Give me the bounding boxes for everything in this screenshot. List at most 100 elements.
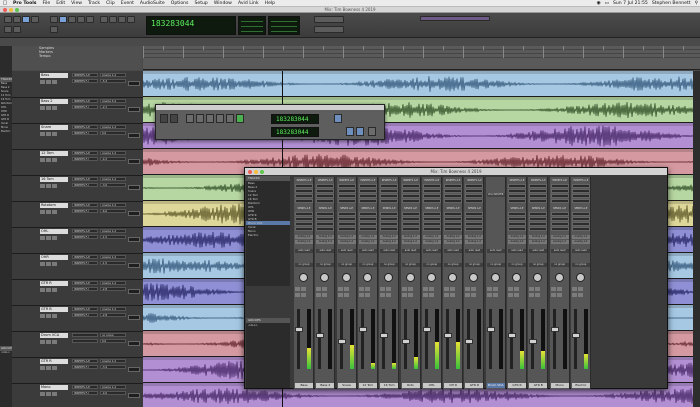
rewind-icon[interactable] xyxy=(196,114,204,123)
volume-value[interactable]: -2.1 xyxy=(100,105,126,109)
insert-slot[interactable] xyxy=(401,189,420,193)
shuffle-mode-button[interactable] xyxy=(4,16,12,23)
insert-slot[interactable] xyxy=(380,194,399,198)
track-header[interactable]: 16 Tom INSERTS A-E INSERTS F-J Analog 1-2 -3… xyxy=(12,175,143,202)
send-slot[interactable] xyxy=(508,227,526,231)
send-slot[interactable] xyxy=(422,217,441,221)
send-slot[interactable] xyxy=(508,222,526,226)
volume-fader-mini[interactable] xyxy=(128,107,140,112)
output-selector[interactable]: Analog 1-2 xyxy=(380,240,399,244)
track-name[interactable]: Rototom xyxy=(40,203,68,208)
volume-fader-mini[interactable] xyxy=(128,263,140,268)
record-enable-button[interactable] xyxy=(40,340,45,344)
solo-button[interactable] xyxy=(465,293,471,297)
trim-tool-button[interactable] xyxy=(50,16,58,23)
send-slot[interactable] xyxy=(316,227,335,231)
mix-window-titlebar[interactable]: Mix: Tim Bowness 4 2019 xyxy=(245,168,667,175)
minimize-icon[interactable] xyxy=(254,169,258,174)
track-header[interactable]: GTR R INSERTS A-E INSERTS F-J Analog 1-2 -2.… xyxy=(12,279,143,306)
automation-mode-selector[interactable]: auto read xyxy=(550,249,569,253)
volume-fader-mini[interactable] xyxy=(128,393,140,398)
insert-slot[interactable] xyxy=(72,339,98,343)
input-selector[interactable]: Analog 3-4 xyxy=(316,235,335,239)
volume-value[interactable]: -2.8 xyxy=(100,313,126,317)
record-enable-button[interactable] xyxy=(40,366,45,370)
volume-value[interactable]: -4.0 xyxy=(100,391,126,395)
nudge-display[interactable] xyxy=(268,16,300,35)
volume-fader-mini[interactable] xyxy=(128,133,140,138)
record-enable-button[interactable] xyxy=(40,80,45,84)
insert-slot[interactable]: INSERTS F-J xyxy=(72,287,98,291)
mute-button[interactable] xyxy=(52,236,57,240)
mute-button[interactable] xyxy=(52,106,57,110)
group-selector[interactable]: no group xyxy=(486,263,505,267)
solo-button[interactable] xyxy=(46,340,51,344)
volume-fader[interactable] xyxy=(297,309,300,369)
menu-track[interactable]: Track xyxy=(85,1,103,6)
grid-mode-button[interactable] xyxy=(31,16,39,23)
spot-mode-button[interactable] xyxy=(22,16,30,23)
pencil-tool-button[interactable] xyxy=(86,16,94,23)
volume-value[interactable]: -1.5 xyxy=(100,235,126,239)
insert-slot[interactable] xyxy=(550,199,569,203)
fader-cap[interactable] xyxy=(337,339,346,344)
insert-slot[interactable] xyxy=(571,184,590,188)
send-slot[interactable] xyxy=(337,222,356,226)
insert-slot[interactable] xyxy=(401,194,420,198)
nudge-value-button[interactable] xyxy=(314,26,344,33)
insert-slot[interactable]: INSERTS F-J xyxy=(72,391,98,395)
track-name[interactable]: Mono xyxy=(40,385,68,390)
play-icon[interactable] xyxy=(216,114,224,123)
send-slot[interactable] xyxy=(422,222,441,226)
output-selector[interactable]: Analog 1-2 xyxy=(358,240,377,244)
solo-button[interactable] xyxy=(46,80,51,84)
pan-knob[interactable] xyxy=(299,273,308,282)
insert-slot[interactable] xyxy=(550,189,569,193)
track-header[interactable]: GTR R INSERTS A-E INSERTS F-J Analog 1-2 -3.… xyxy=(12,357,143,384)
solo-button[interactable] xyxy=(46,158,51,162)
fader-cap[interactable] xyxy=(401,339,410,344)
pan-knob[interactable] xyxy=(384,273,394,282)
send-slot[interactable] xyxy=(316,212,335,216)
insert-slot[interactable] xyxy=(316,194,335,198)
insert-slot[interactable]: INSERTS A-E xyxy=(72,281,98,285)
pan-knob[interactable] xyxy=(426,273,436,282)
volume-fader[interactable] xyxy=(424,309,428,369)
volume-value[interactable]: -1.5 xyxy=(100,261,126,265)
insert-slot[interactable]: INSERTS F-J xyxy=(72,105,98,109)
insert-slot[interactable] xyxy=(571,189,590,193)
menu-help[interactable]: Help xyxy=(262,1,278,6)
automation-mode-selector[interactable]: auto read xyxy=(422,249,441,253)
send-slot[interactable] xyxy=(465,227,484,231)
volume-fader-mini[interactable] xyxy=(128,237,140,242)
input-monitor-button[interactable] xyxy=(471,287,477,291)
track-name[interactable]: 12 Tom xyxy=(40,151,68,156)
record-enable-button[interactable] xyxy=(529,287,535,291)
insert-slot[interactable] xyxy=(358,184,377,188)
track-name[interactable]: 16 Tom xyxy=(40,177,68,182)
record-enable-button[interactable] xyxy=(40,236,45,240)
insert-slot[interactable] xyxy=(444,199,463,203)
wifi-icon[interactable]: ◉ xyxy=(595,1,603,6)
volume-fader[interactable] xyxy=(382,309,386,369)
track-name[interactable]: Drum VCA xyxy=(40,333,68,338)
loop-button[interactable] xyxy=(127,16,135,23)
record-enable-button[interactable] xyxy=(40,262,45,266)
record-enable-button[interactable] xyxy=(40,106,45,110)
send-slot[interactable] xyxy=(358,227,377,231)
mute-button[interactable] xyxy=(52,132,57,136)
solo-button[interactable] xyxy=(337,293,343,297)
send-slot[interactable] xyxy=(508,212,526,216)
input-selector[interactable]: Analog 1-2 xyxy=(337,235,356,239)
record-button[interactable] xyxy=(118,16,126,23)
mute-button[interactable] xyxy=(52,80,57,84)
input-selector[interactable]: Analog 1-2 xyxy=(401,235,420,239)
record-enable-button[interactable] xyxy=(550,287,556,291)
insert-slot[interactable] xyxy=(422,199,441,203)
mix-tracks-item[interactable]: Electric xyxy=(246,233,290,237)
mute-button[interactable] xyxy=(343,293,349,297)
insert-slot[interactable]: INSERTS A-E xyxy=(72,73,98,77)
fast-forward-icon[interactable] xyxy=(226,114,234,123)
channel-name[interactable]: GTR R xyxy=(465,383,484,388)
input-selector[interactable]: Analog 1-2 xyxy=(444,235,463,239)
